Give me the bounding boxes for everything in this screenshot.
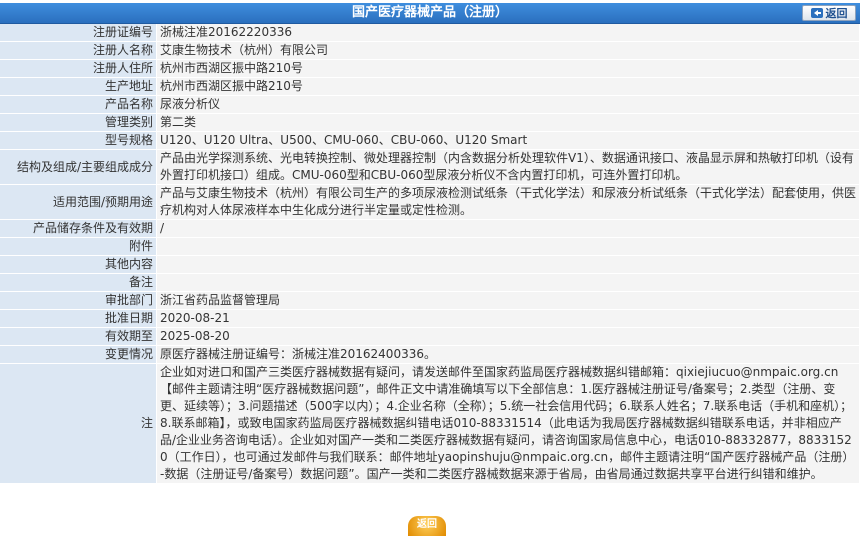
table-row: 附件	[0, 237, 860, 256]
table-row: 审批部门 浙江省药品监督管理局	[0, 291, 860, 310]
table-row: 适用范围/预期用途 产品与艾康生物技术（杭州）有限公司生产的多项尿液检测试纸条（干…	[0, 184, 860, 220]
row-label: 型号规格	[0, 131, 157, 150]
row-value: 杭州市西湖区振中路210号	[156, 77, 860, 96]
row-label: 注册证编号	[0, 24, 157, 42]
page-title: 国产医疗器械产品（注册）	[351, 5, 508, 20]
row-value: 艾康生物技术（杭州）有限公司	[156, 41, 860, 60]
table-row: 有效期至 2025-08-20	[0, 327, 860, 346]
row-label: 备注	[0, 273, 157, 292]
table-row: 管理类别 第二类	[0, 113, 860, 132]
row-label: 注册人住所	[0, 59, 157, 78]
row-value: 产品由光学探测系统、光电转换控制、微处理器控制（内含数据分析处理软件V1）、数据…	[156, 149, 860, 185]
row-label: 审批部门	[0, 291, 157, 310]
back-button-label: 返回	[825, 7, 848, 20]
row-value: 浙江省药品监督管理局	[156, 291, 860, 310]
row-value: 2020-08-21	[156, 309, 860, 328]
row-value: 浙械注准20162220336	[156, 24, 860, 42]
row-value: 杭州市西湖区振中路210号	[156, 59, 860, 78]
row-label: 注	[0, 363, 157, 484]
row-label: 其他内容	[0, 255, 157, 274]
bottom-back-button[interactable]: 返回	[408, 516, 446, 536]
row-value	[156, 273, 860, 292]
page-header: 国产医疗器械产品（注册） 返回	[0, 3, 860, 24]
row-value: 2025-08-20	[156, 327, 860, 346]
detail-table: 注册证编号 浙械注准20162220336 注册人名称 艾康生物技术（杭州）有限公司注…	[0, 24, 860, 484]
table-row: 批准日期 2020-08-21	[0, 309, 860, 328]
row-label: 批准日期	[0, 309, 157, 328]
row-value: 企业如对进口和国产三类医疗器械数据有疑问，请发送邮件至国家药监局医疗器械数据纠错…	[156, 363, 860, 484]
row-value: 第二类	[156, 113, 860, 132]
row-value: 尿液分析仪	[156, 95, 860, 114]
row-label: 适用范围/预期用途	[0, 184, 157, 220]
table-row: 注册人名称 艾康生物技术（杭州）有限公司	[0, 41, 860, 60]
row-label: 生产地址	[0, 77, 157, 96]
row-label: 产品名称	[0, 95, 157, 114]
row-value	[156, 255, 860, 274]
table-row: 注册人住所 杭州市西湖区振中路210号	[0, 59, 860, 78]
row-label: 结构及组成/主要组成成分	[0, 149, 157, 185]
row-value: 原医疗器械注册证编号：浙械注准20162400336。	[156, 345, 860, 364]
row-value: 产品与艾康生物技术（杭州）有限公司生产的多项尿液检测试纸条（干式化学法）和尿液分…	[156, 184, 860, 220]
table-row: 其他内容	[0, 255, 860, 274]
row-label: 产品储存条件及有效期	[0, 219, 157, 238]
table-row: 注企业如对进口和国产三类医疗器械数据有疑问，请发送邮件至国家药监局医疗器械数据纠…	[0, 363, 860, 484]
table-row: 注册证编号 浙械注准20162220336	[0, 24, 860, 42]
table-row: 备注	[0, 273, 860, 292]
row-value	[156, 237, 860, 256]
row-label: 注册人名称	[0, 41, 157, 60]
back-arrow-icon	[810, 8, 823, 18]
row-label: 管理类别	[0, 113, 157, 132]
back-button[interactable]: 返回	[802, 5, 856, 21]
table-row: 变更情况 原医疗器械注册证编号：浙械注准20162400336。	[0, 345, 860, 364]
row-value: U120、U120 Ultra、U500、CMU-060、CBU-060、U12…	[156, 131, 860, 150]
table-row: 生产地址 杭州市西湖区振中路210号	[0, 77, 860, 96]
row-label: 附件	[0, 237, 157, 256]
table-row: 产品储存条件及有效期 /	[0, 219, 860, 238]
table-row: 结构及组成/主要组成成分 产品由光学探测系统、光电转换控制、微处理器控制（内含数据…	[0, 149, 860, 185]
row-value: /	[156, 219, 860, 238]
table-row: 产品名称 尿液分析仪	[0, 95, 860, 114]
row-label: 变更情况	[0, 345, 157, 364]
row-label: 有效期至	[0, 327, 157, 346]
table-row: 型号规格 U120、U120 Ultra、U500、CMU-060、CBU-060…	[0, 131, 860, 150]
